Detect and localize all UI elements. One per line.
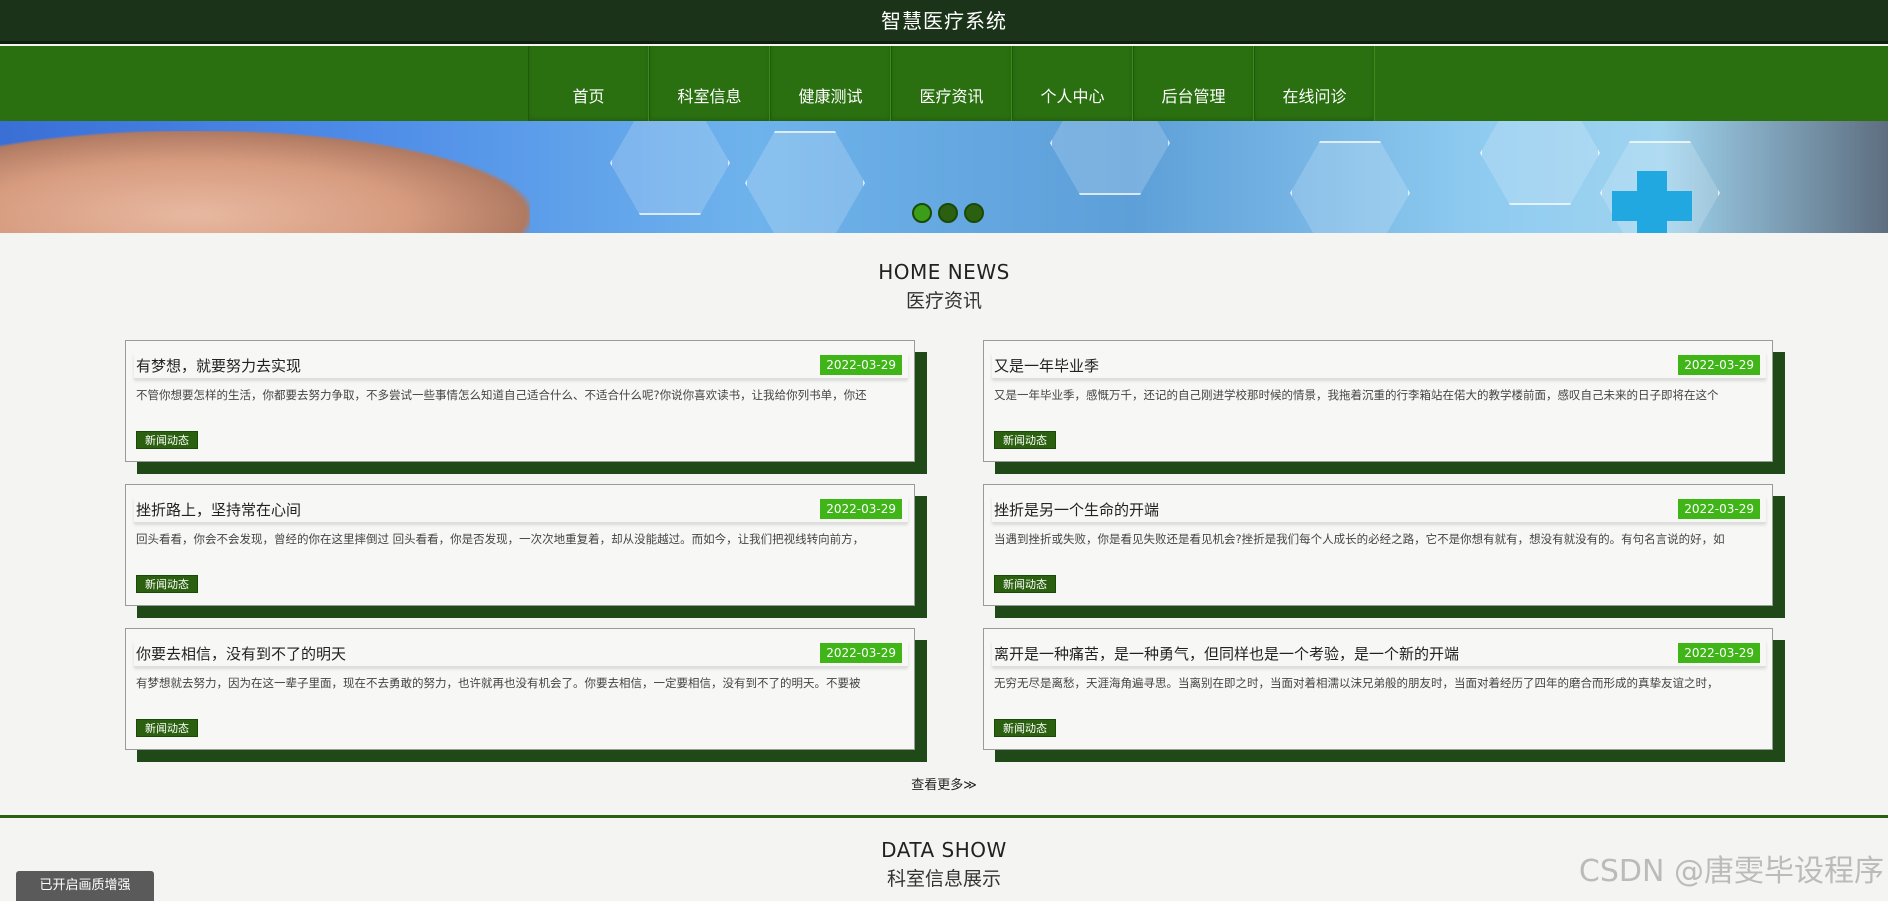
main-navigation: 首页 科室信息 健康测试 医疗资讯 个人中心 后台管理 在线问诊: [0, 46, 1888, 121]
banner-hexagon-shape: [1290, 141, 1410, 233]
quality-enhance-toast: 已开启画质增强: [16, 871, 154, 901]
news-card[interactable]: 挫折是另一个生命的开端 2022-03-29 当遇到挫折或失败，你是看见失败还是…: [983, 484, 1785, 618]
news-title-row: 有梦想，就要努力去实现 2022-03-29: [134, 353, 908, 379]
nav-item-departments[interactable]: 科室信息: [649, 46, 770, 121]
news-card-body: 有梦想，就要努力去实现 2022-03-29 不管你想要怎样的生活，你都要去努力…: [125, 340, 915, 462]
news-excerpt: 又是一年毕业季，感慨万千，还记的自己刚进学校那时候的情景，我拖着沉重的行李箱站在…: [994, 388, 1719, 402]
hero-banner: [0, 121, 1888, 233]
news-title[interactable]: 挫折是另一个生命的开端: [994, 499, 1159, 520]
banner-hexagon-shape: [1050, 121, 1170, 195]
news-excerpt: 无穷无尽是离愁，天涯海角遍寻思。当离别在即之时，当面对着相濡以沫兄弟般的朋友时，…: [994, 676, 1719, 690]
news-excerpt: 有梦想就去努力，因为在这一辈子里面，现在不去勇敢的努力，也许就再也没有机会了。你…: [136, 676, 861, 690]
banner-hexagon-shape: [610, 121, 730, 215]
nav-item-health-test[interactable]: 健康测试: [770, 46, 891, 121]
news-title-row: 挫折是另一个生命的开端 2022-03-29: [992, 497, 1766, 523]
news-category-tag[interactable]: 新闻动态: [136, 719, 198, 737]
banner-hexagon-shape: [745, 131, 865, 233]
news-title-row: 又是一年毕业季 2022-03-29: [992, 353, 1766, 379]
news-card[interactable]: 有梦想，就要努力去实现 2022-03-29 不管你想要怎样的生活，你都要去努力…: [125, 340, 927, 474]
news-card[interactable]: 挫折路上，坚持常在心间 2022-03-29 回头看看，你会不会发现，曾经的你在…: [125, 484, 927, 618]
news-category-tag[interactable]: 新闻动态: [136, 431, 198, 449]
news-category-tag[interactable]: 新闻动态: [136, 575, 198, 593]
news-date-badge: 2022-03-29: [1678, 643, 1760, 663]
banner-hand-image: [0, 131, 530, 233]
top-header-bar: 智慧医疗系统: [0, 0, 1888, 44]
news-heading-en: HOME NEWS: [878, 260, 1010, 284]
news-category-tag[interactable]: 新闻动态: [994, 431, 1056, 449]
news-title[interactable]: 你要去相信，没有到不了的明天: [136, 643, 346, 664]
nav-item-online-consultation[interactable]: 在线问诊: [1254, 46, 1375, 121]
news-date-badge: 2022-03-29: [820, 499, 902, 519]
nav-list: 首页 科室信息 健康测试 医疗资讯 个人中心 后台管理 在线问诊: [528, 46, 1375, 121]
news-title[interactable]: 离开是一种痛苦，是一种勇气，但同样也是一个考验，是一个新的开端: [994, 643, 1459, 664]
carousel-dot-1[interactable]: [912, 203, 932, 223]
news-card-body: 挫折路上，坚持常在心间 2022-03-29 回头看看，你会不会发现，曾经的你在…: [125, 484, 915, 606]
banner-hexagon-shape: [1480, 121, 1600, 205]
nav-item-admin[interactable]: 后台管理: [1133, 46, 1254, 121]
nav-item-medical-news[interactable]: 医疗资讯: [891, 46, 1012, 121]
news-excerpt: 当遇到挫折或失败，你是看见失败还是看见机会?挫折是我们每个人成长的必经之路，它不…: [994, 532, 1725, 546]
news-title-row: 离开是一种痛苦，是一种勇气，但同样也是一个考验，是一个新的开端 2022-03-…: [992, 641, 1766, 667]
news-title-row: 你要去相信，没有到不了的明天 2022-03-29: [134, 641, 908, 667]
watermark-text: CSDN @唐雯毕设程序: [1578, 854, 1884, 889]
news-section-heading: HOME NEWS 医疗资讯: [0, 260, 1888, 313]
news-date-badge: 2022-03-29: [820, 643, 902, 663]
news-title-row: 挫折路上，坚持常在心间 2022-03-29: [134, 497, 908, 523]
news-date-badge: 2022-03-29: [1678, 355, 1760, 375]
carousel-dot-2[interactable]: [938, 203, 958, 223]
news-heading-zh: 医疗资讯: [905, 290, 982, 312]
news-grid: 有梦想，就要努力去实现 2022-03-29 不管你想要怎样的生活，你都要去努力…: [0, 340, 1888, 762]
news-card[interactable]: 你要去相信，没有到不了的明天 2022-03-29 有梦想就去努力，因为在这一辈…: [125, 628, 927, 762]
section-divider: [0, 815, 1888, 818]
nav-item-personal-center[interactable]: 个人中心: [1012, 46, 1133, 121]
nav-item-home[interactable]: 首页: [528, 46, 649, 121]
carousel-dot-3[interactable]: [964, 203, 984, 223]
news-date-badge: 2022-03-29: [1678, 499, 1760, 519]
medical-cross-icon: [1612, 171, 1692, 233]
news-card[interactable]: 离开是一种痛苦，是一种勇气，但同样也是一个考验，是一个新的开端 2022-03-…: [983, 628, 1785, 762]
news-card-body: 离开是一种痛苦，是一种勇气，但同样也是一个考验，是一个新的开端 2022-03-…: [983, 628, 1773, 750]
news-category-tag[interactable]: 新闻动态: [994, 719, 1056, 737]
site-title: 智慧医疗系统: [881, 9, 1007, 33]
news-excerpt: 回头看看，你会不会发现，曾经的你在这里摔倒过 回头看看，你是否发现，一次次地重复…: [136, 532, 865, 546]
news-card-body: 挫折是另一个生命的开端 2022-03-29 当遇到挫折或失败，你是看见失败还是…: [983, 484, 1773, 606]
carousel-indicators: [912, 203, 984, 223]
view-more-link[interactable]: 查看更多≫: [0, 774, 1888, 793]
news-category-tag[interactable]: 新闻动态: [994, 575, 1056, 593]
news-title[interactable]: 又是一年毕业季: [994, 355, 1099, 376]
news-date-badge: 2022-03-29: [820, 355, 902, 375]
news-excerpt: 不管你想要怎样的生活，你都要去努力争取，不多尝试一些事情怎么知道自己适合什么、不…: [136, 388, 867, 402]
news-card[interactable]: 又是一年毕业季 2022-03-29 又是一年毕业季，感慨万千，还记的自己刚进学…: [983, 340, 1785, 474]
news-card-body: 你要去相信，没有到不了的明天 2022-03-29 有梦想就去努力，因为在这一辈…: [125, 628, 915, 750]
news-title[interactable]: 挫折路上，坚持常在心间: [136, 499, 301, 520]
news-title[interactable]: 有梦想，就要努力去实现: [136, 355, 301, 376]
news-card-body: 又是一年毕业季 2022-03-29 又是一年毕业季，感慨万千，还记的自己刚进学…: [983, 340, 1773, 462]
